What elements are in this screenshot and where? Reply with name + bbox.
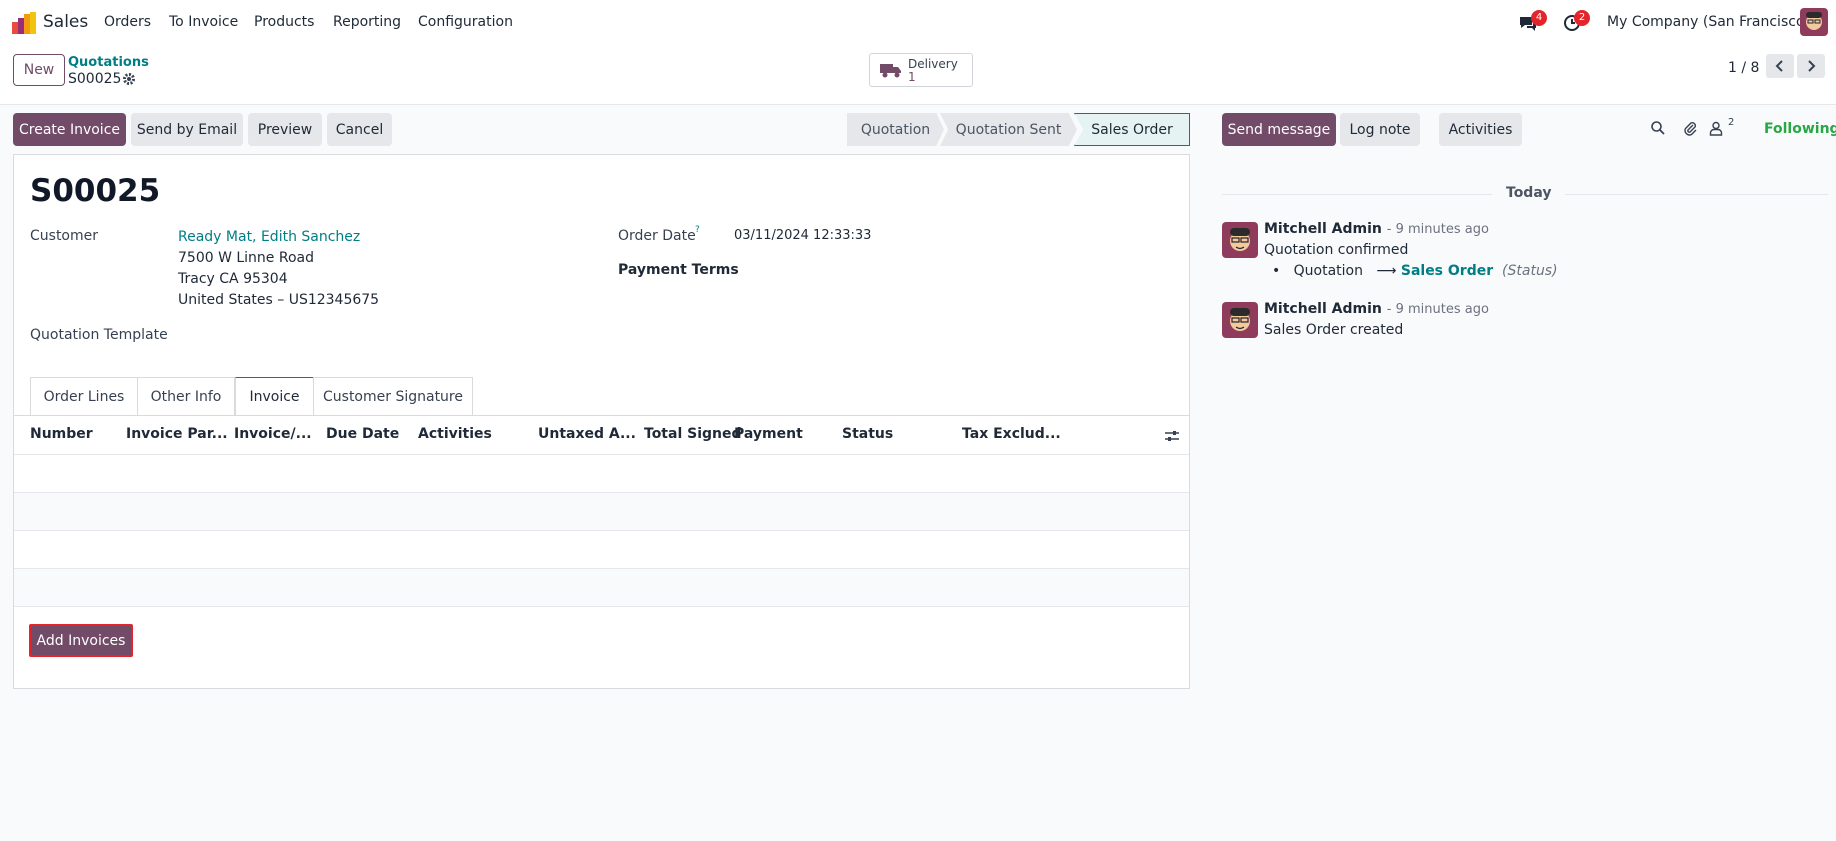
order-date-label: Order Date [618,228,696,244]
stage-quotation-sent[interactable]: Quotation Sent [940,113,1077,146]
tracking-old-value: Quotation [1293,263,1363,279]
bullet: • [1272,263,1281,279]
tracking-field-name: (Status) [1502,263,1558,279]
column-due-date[interactable]: Due Date [326,426,399,442]
pager-value[interactable]: 1 / 8 [1728,60,1759,76]
nav-orders[interactable]: Orders [104,14,151,30]
avatar[interactable] [1222,222,1258,258]
avatar[interactable] [1222,302,1258,338]
search-icon[interactable] [1650,120,1666,136]
paperclip-icon[interactable] [1682,120,1698,136]
tab-other-info[interactable]: Other Info [137,377,235,416]
table-row [14,492,1189,530]
column-status[interactable]: Status [842,426,893,442]
pager-previous-button[interactable] [1766,54,1794,78]
column-activities[interactable]: Activities [418,426,492,442]
smart-button-value: 1 [908,70,916,84]
cancel-button[interactable]: Cancel [327,113,392,146]
control-panel: New Quotations S00025 Delivery 1 1 / 8 [0,46,1836,105]
nav-products[interactable]: Products [254,14,314,30]
form-sheet: S00025 Customer Ready Mat, Edith Sanchez… [13,154,1190,689]
author-name[interactable]: Mitchell Admin [1264,221,1382,237]
top-navbar: Sales Orders To Invoice Products Reporti… [0,0,1836,46]
column-untaxed-amount[interactable]: Untaxed A... [538,426,636,442]
smart-button-label: Delivery [908,57,958,71]
app-name[interactable]: Sales [43,12,88,32]
gear-icon[interactable] [122,72,136,86]
quotation-template-label: Quotation Template [30,327,168,343]
message-author[interactable]: Mitchell Admin - 9 minutes ago [1264,301,1489,317]
followers-icon[interactable] [1708,120,1724,136]
message-date: - 9 minutes ago [1386,302,1489,317]
company-switcher[interactable]: My Company (San Francisco) [1607,14,1810,30]
nav-configuration[interactable]: Configuration [418,14,513,30]
date-separator: Today [1492,185,1566,201]
tracking-value: • Quotation ⟶ Sales Order (Status) [1272,263,1558,279]
tab-invoice[interactable]: Invoice [235,377,314,416]
customer-link[interactable]: Ready Mat, Edith Sanchez [178,229,360,245]
stage-quotation[interactable]: Quotation [847,113,944,146]
stage-sales-order[interactable]: Sales Order [1074,113,1190,146]
send-by-email-button[interactable]: Send by Email [131,113,243,146]
messages-badge: 4 [1531,10,1547,26]
tab-order-lines[interactable]: Order Lines [30,377,138,416]
log-note-button[interactable]: Log note [1340,113,1420,146]
customer-label: Customer [30,228,99,244]
message-author[interactable]: Mitchell Admin - 9 minutes ago [1264,221,1489,237]
following-button[interactable]: Following [1764,121,1836,137]
order-date-help-icon[interactable]: ? [695,225,700,235]
column-invoice-partner[interactable]: Invoice Par... [126,426,228,442]
table-row [14,454,1189,492]
address-line-3: United States – US12345675 [178,292,380,308]
tracking-new-value: Sales Order [1400,263,1494,279]
payment-terms-label: Payment Terms [618,262,739,278]
pager-next-button[interactable] [1797,54,1825,78]
sales-app-icon[interactable] [12,12,36,34]
truck-icon [880,64,901,78]
table-row [14,568,1189,606]
activities-button[interactable]: Activities [1439,113,1522,146]
message-body: Quotation confirmed [1264,242,1409,258]
address-line-2: Tracy CA 95304 [178,271,288,287]
column-invoice-date[interactable]: Invoice/... [234,426,312,442]
nav-reporting[interactable]: Reporting [333,14,401,30]
table-bottom-border [14,606,1189,607]
nav-to-invoice[interactable]: To Invoice [169,14,238,30]
order-title: S00025 [30,173,161,209]
send-message-button[interactable]: Send message [1222,113,1336,146]
address-line-1: 7500 W Linne Road [178,250,315,266]
add-invoices-button[interactable]: Add Invoices [29,624,133,657]
breadcrumb-quotations[interactable]: Quotations [68,55,149,70]
delivery-smart-button[interactable]: Delivery 1 [869,53,973,87]
tab-divider [14,415,1189,416]
message-body: Sales Order created [1264,322,1404,338]
breadcrumb-current: S00025 [68,71,122,87]
arrow-right-icon: ⟶ [1376,263,1397,279]
author-name[interactable]: Mitchell Admin [1264,301,1382,317]
column-payment[interactable]: Payment [734,426,803,442]
preview-button[interactable]: Preview [248,113,322,146]
order-date-value[interactable]: 03/11/2024 12:33:33 [734,228,871,243]
chevron-right-icon [1808,60,1816,72]
tab-customer-signature[interactable]: Customer Signature [313,377,473,416]
user-avatar[interactable] [1800,8,1828,36]
new-button[interactable]: New [13,54,65,86]
column-settings-icon[interactable] [1164,428,1180,444]
create-invoice-button[interactable]: Create Invoice [13,113,126,146]
column-tax-excluded[interactable]: Tax Exclud... [962,426,1061,442]
column-total-signed[interactable]: Total Signed [644,426,742,442]
message-date: - 9 minutes ago [1386,222,1489,237]
table-row [14,530,1189,568]
followers-count: 2 [1728,117,1735,128]
column-number[interactable]: Number [30,426,93,442]
activities-badge: 2 [1574,10,1590,26]
chevron-left-icon [1775,60,1783,72]
